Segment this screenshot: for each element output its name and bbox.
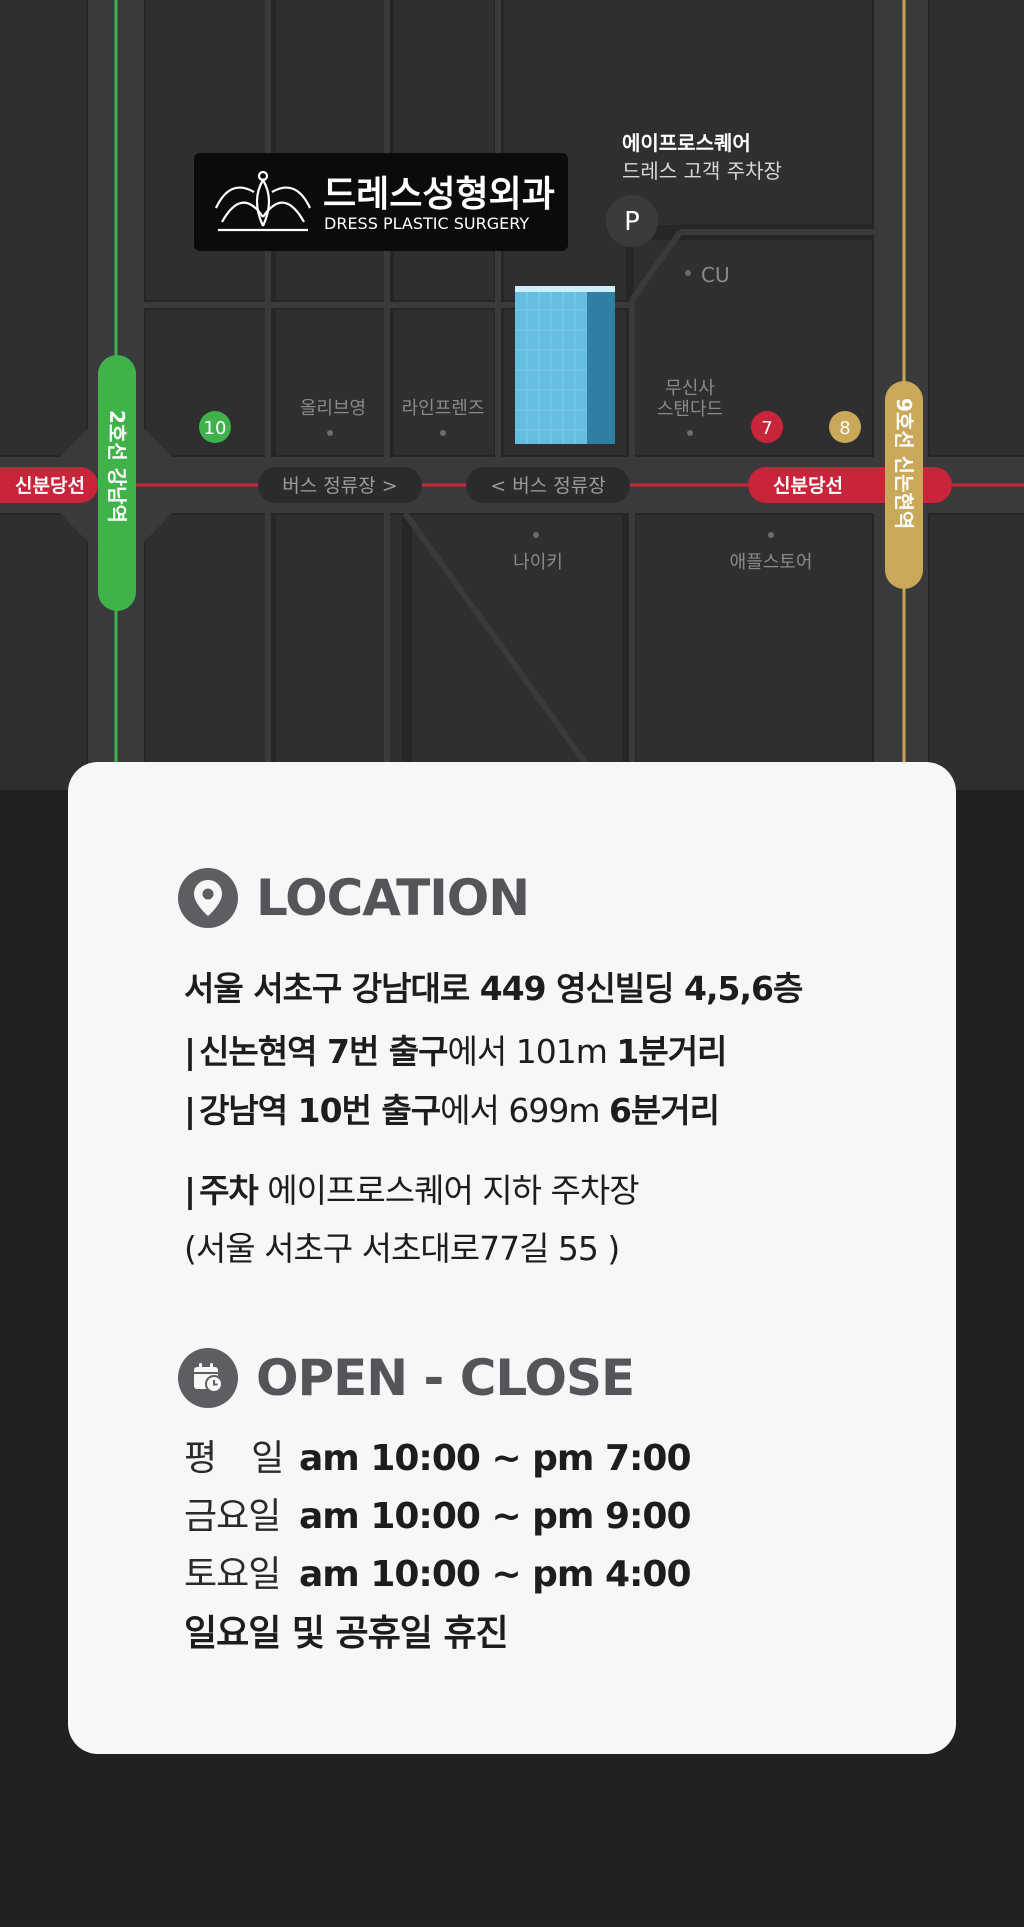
line2-station-label: 2호선 강남역 bbox=[105, 410, 129, 523]
bus-stop-left: < 버스 정류장 bbox=[490, 475, 605, 497]
poi-linefriends: 라인프렌즈 bbox=[402, 398, 485, 419]
parking-info-label: 주차 bbox=[199, 1171, 259, 1210]
hours-header: OPEN - CLOSE bbox=[178, 1348, 635, 1408]
parking-info-value: 에이프로스퀘어 지하 주차장 bbox=[267, 1171, 639, 1210]
route-distance: 에서 699m bbox=[440, 1091, 600, 1130]
poi-musinsa-1: 무신사 bbox=[665, 378, 715, 399]
hours-row-friday: 금요일 am 10:00 ~ pm 9:00 bbox=[184, 1487, 692, 1539]
route-station: 강남역 10번 출구 bbox=[199, 1091, 441, 1130]
route-time: 6분거리 bbox=[608, 1091, 720, 1130]
parking-address: (서울 서초구 서초대로77길 55 ) bbox=[184, 1229, 620, 1268]
calendar-clock-icon bbox=[178, 1348, 238, 1408]
hours-time: am 10:00 ~ pm 7:00 bbox=[299, 1438, 692, 1479]
info-card: LOCATION 서울 서초구 강남대로 449 영신빌딩 4,5,6층 | 신논… bbox=[68, 762, 956, 1754]
route-bar: | bbox=[184, 1091, 196, 1130]
line9-station-label: 9호선 신논현역 bbox=[892, 398, 916, 529]
hours-day: 토요일 bbox=[184, 1554, 281, 1595]
hours-time: am 10:00 ~ pm 9:00 bbox=[299, 1496, 692, 1537]
closed-days: 일요일 및 공휴일 휴진 bbox=[184, 1613, 509, 1654]
clinic-name-ko: 드레스성형외과 bbox=[323, 174, 555, 215]
parking-marker: P bbox=[624, 207, 640, 237]
route-gangnam: | 강남역 10번 출구에서 699m 6분거리 bbox=[184, 1084, 720, 1132]
hours-row-weekday: 평 일 am 10:00 ~ pm 7:00 bbox=[184, 1429, 692, 1481]
sinbundang-label-left: 신분당선 bbox=[15, 475, 85, 497]
hours-time: am 10:00 ~ pm 4:00 bbox=[299, 1554, 692, 1595]
poi-apple: 애플스토어 bbox=[730, 552, 813, 573]
hours-title: OPEN - CLOSE bbox=[256, 1349, 635, 1407]
clinic-building bbox=[515, 286, 615, 444]
hours-row-saturday: 토요일 am 10:00 ~ pm 4:00 bbox=[184, 1545, 692, 1597]
exit-10-label: 10 bbox=[204, 418, 227, 439]
address-line: 서울 서초구 강남대로 449 영신빌딩 4,5,6층 bbox=[184, 969, 803, 1008]
map-pin-icon bbox=[178, 868, 238, 928]
sinbundang-label-right: 신분당선 bbox=[773, 475, 843, 497]
poi-nike: 나이키 bbox=[513, 552, 563, 573]
location-title: LOCATION bbox=[256, 869, 530, 927]
parking-info: | 주차 에이프로스퀘어 지하 주차장 bbox=[184, 1164, 640, 1212]
hours-day: 평 일 bbox=[184, 1438, 284, 1479]
poi-oliveyoung: 올리브영 bbox=[300, 398, 366, 419]
parking-label: 드레스 고객 주차장 bbox=[622, 159, 782, 183]
route-distance: 에서 101m bbox=[447, 1032, 608, 1071]
poi-musinsa-2: 스탠다드 bbox=[657, 399, 723, 420]
clinic-sign: 드레스성형외과 DRESS PLASTIC SURGERY bbox=[194, 153, 568, 251]
route-bar: | bbox=[184, 1032, 196, 1071]
route-time: 1분거리 bbox=[616, 1032, 727, 1071]
area-map: 드레스성형외과 DRESS PLASTIC SURGERY 에이프로스퀘어 드레… bbox=[0, 0, 1024, 790]
parking-building: 에이프로스퀘어 bbox=[622, 131, 751, 155]
parking-bar: | bbox=[184, 1171, 196, 1210]
exit-7-label: 7 bbox=[761, 418, 772, 439]
exit-8-label: 8 bbox=[839, 418, 850, 439]
clinic-name-en: DRESS PLASTIC SURGERY bbox=[324, 214, 529, 233]
location-header: LOCATION bbox=[178, 868, 530, 928]
route-sinnonhyeon: | 신논현역 7번 출구에서 101m 1분거리 bbox=[184, 1025, 727, 1073]
bus-stop-right: 버스 정류장 > bbox=[282, 475, 397, 497]
poi-cu: CU bbox=[701, 263, 730, 287]
hours-day: 금요일 bbox=[184, 1496, 281, 1537]
route-station: 신논현역 7번 출구 bbox=[199, 1032, 448, 1071]
